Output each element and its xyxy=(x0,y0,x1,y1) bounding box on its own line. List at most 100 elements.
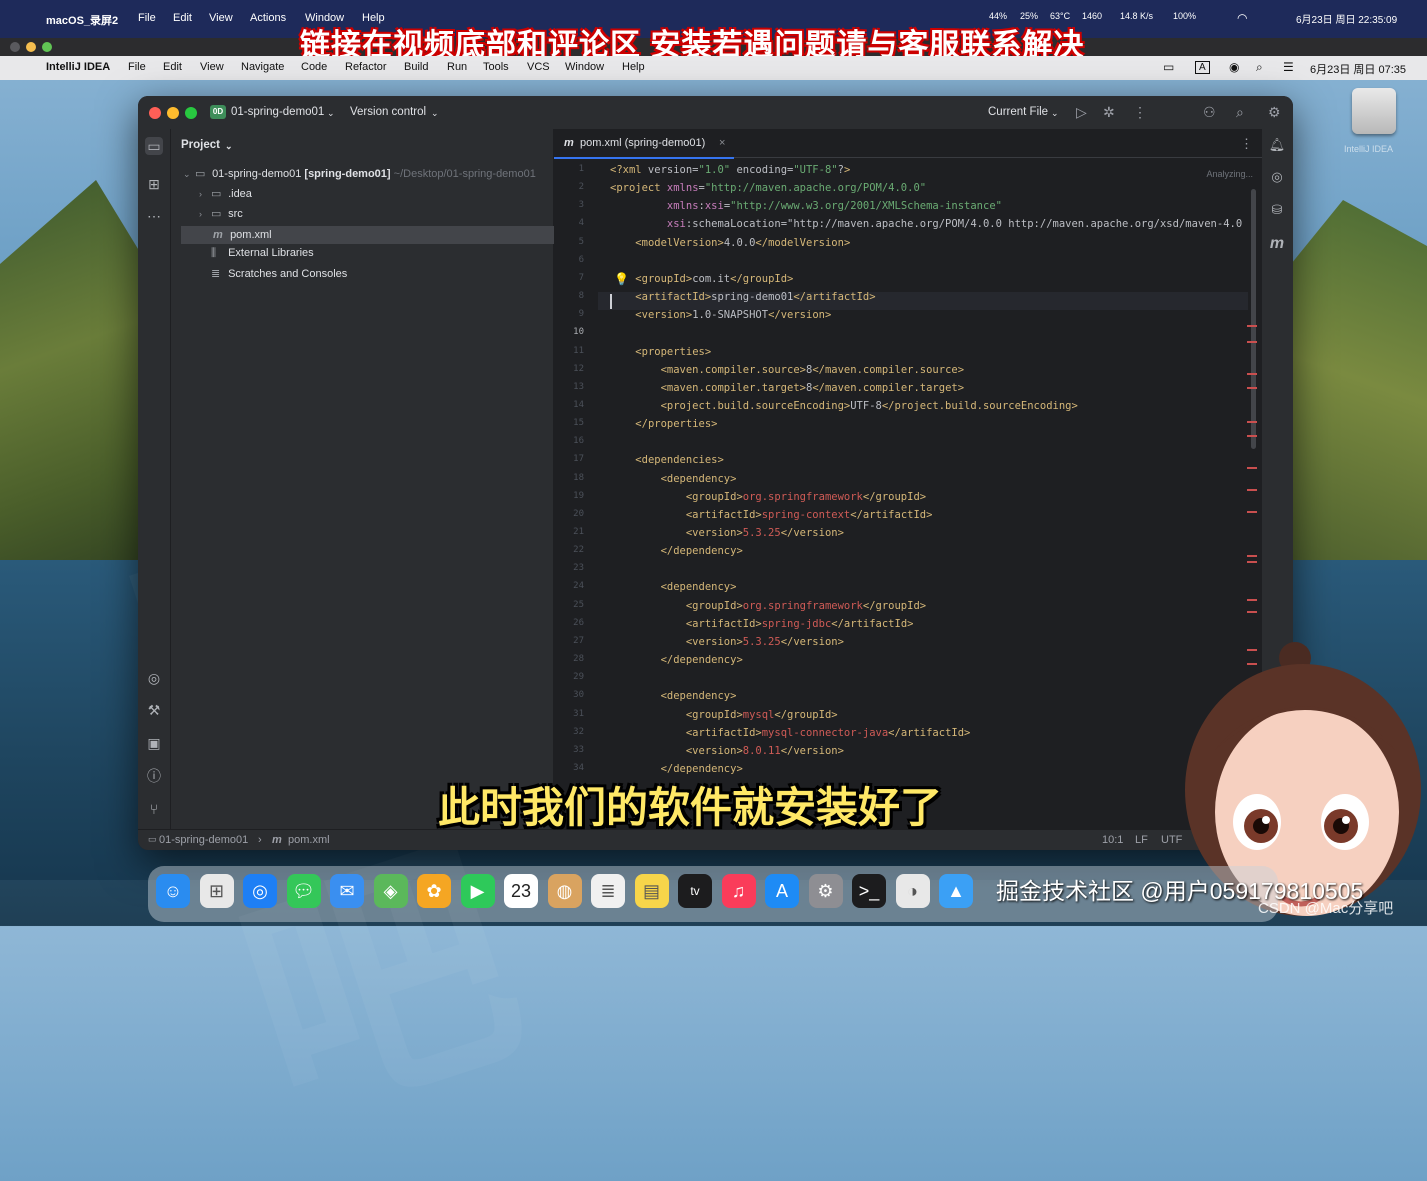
line-separator[interactable]: LF xyxy=(1135,834,1148,846)
code-line[interactable]: <dependency> xyxy=(610,473,737,485)
error-stripe-mark[interactable] xyxy=(1247,325,1257,327)
code-line[interactable]: <dependencies> xyxy=(610,454,724,466)
close-icon[interactable] xyxy=(149,107,161,119)
code-line[interactable]: xmlns:xsi="http://www.w3.org/2001/XMLSch… xyxy=(610,200,1002,212)
chevron-right-icon[interactable]: › xyxy=(199,189,211,199)
code-line[interactable]: </dependency> xyxy=(610,545,743,557)
photos-icon[interactable]: ✿ xyxy=(417,874,451,908)
error-stripe-mark[interactable] xyxy=(1247,489,1257,491)
code-line[interactable]: <version>1.0-SNAPSHOT</version> xyxy=(610,309,831,321)
recorder-menu-actions[interactable]: Actions xyxy=(250,12,286,24)
notes-icon[interactable]: ▤ xyxy=(634,874,669,908)
error-stripe-mark[interactable] xyxy=(1247,555,1257,557)
recorder-menu-edit[interactable]: Edit xyxy=(173,12,192,24)
finder-icon[interactable]: ☺ xyxy=(156,874,190,908)
menu-navigate[interactable]: Navigate xyxy=(241,61,284,73)
notifications-icon[interactable]: 🔔︎ xyxy=(1268,137,1286,153)
menu-vcs[interactable]: VCS xyxy=(527,61,550,73)
gear-icon[interactable]: ⚙ xyxy=(1268,104,1281,121)
tv-icon[interactable]: tv xyxy=(678,874,712,908)
menu-run[interactable]: Run xyxy=(447,61,467,73)
more-icon[interactable]: ⋮ xyxy=(1240,136,1253,152)
menu-refactor[interactable]: Refactor xyxy=(345,61,387,73)
code-line[interactable]: <artifactId>spring-demo01</artifactId> xyxy=(610,291,875,303)
screen-mirror-icon[interactable]: ▭ xyxy=(1163,60,1174,74)
error-stripe-mark[interactable] xyxy=(1247,467,1257,469)
code-line[interactable]: </dependency> xyxy=(610,654,743,666)
recorder-menu-view[interactable]: View xyxy=(209,12,233,24)
code-editor[interactable]: m pom.xml (spring-demo01) × ⋮ Analyzing.… xyxy=(554,129,1293,829)
maximize-icon[interactable] xyxy=(42,42,52,52)
tree-item-libraries[interactable]: ⫼ External Libraries xyxy=(171,247,579,265)
code-line[interactable]: <project xmlns="http://maven.apache.org/… xyxy=(610,182,926,194)
project-panel-title[interactable]: Project xyxy=(181,139,220,151)
tree-item-idea[interactable]: › ▭ .idea xyxy=(171,187,579,205)
breadcrumb-file[interactable]: pom.xml xyxy=(288,834,330,846)
folder-icon[interactable]: ▭ xyxy=(145,137,163,155)
tree-item-pom[interactable]: m pom.xml xyxy=(181,226,573,244)
tree-item-src[interactable]: › ▭ src xyxy=(171,207,579,225)
code-line[interactable]: <version>5.3.25</version> xyxy=(610,527,844,539)
more-icon[interactable]: ⋯ xyxy=(145,207,163,225)
problems-icon[interactable]: ⓘ xyxy=(145,767,163,785)
error-stripe-mark[interactable] xyxy=(1247,561,1257,563)
menu-tools[interactable]: Tools xyxy=(483,61,509,73)
maps-icon[interactable]: ◈ xyxy=(373,874,408,908)
error-stripe-mark[interactable] xyxy=(1247,435,1257,437)
code-line[interactable]: <version>8.0.11</version> xyxy=(610,745,844,757)
tree-item-root[interactable]: ⌄ ▭ 01-spring-demo01 [spring-demo01] ~/De… xyxy=(171,167,563,185)
code-line[interactable]: <dependency> xyxy=(610,690,737,702)
file-encoding[interactable]: UTF xyxy=(1161,834,1182,846)
chevron-down-icon[interactable]: ⌄ xyxy=(183,169,195,180)
menu-help[interactable]: Help xyxy=(622,61,645,73)
minimize-icon[interactable] xyxy=(167,107,179,119)
altimeter-icon[interactable]: ▲ xyxy=(939,874,973,908)
menu-code[interactable]: Code xyxy=(301,61,327,73)
preview-icon[interactable]: ◑ xyxy=(895,874,930,908)
menu-file[interactable]: File xyxy=(128,61,146,73)
code-line[interactable]: <modelVersion>4.0.0</modelVersion> xyxy=(610,237,850,249)
vcs-selector[interactable]: Version control xyxy=(350,106,426,118)
caret-position[interactable]: 10:1 xyxy=(1102,834,1123,846)
code-line[interactable]: <maven.compiler.target>8</maven.compiler… xyxy=(610,382,964,394)
code-line[interactable]: <dependency> xyxy=(610,581,737,593)
run-services-icon[interactable]: ◎ xyxy=(145,669,163,687)
structure-icon[interactable]: ⊞ xyxy=(145,175,163,193)
user-icon[interactable]: ◉ xyxy=(1229,60,1239,74)
error-stripe-mark[interactable] xyxy=(1247,387,1257,389)
git-icon[interactable]: ⑂ xyxy=(145,800,163,818)
error-stripe-mark[interactable] xyxy=(1247,341,1257,343)
tab-pom-xml[interactable]: m pom.xml (spring-demo01) × xyxy=(554,129,734,159)
chevron-right-icon[interactable]: › xyxy=(199,209,211,219)
code-line[interactable]: <groupId>org.springframework</groupId> xyxy=(610,491,926,503)
menu-edit[interactable]: Edit xyxy=(163,61,182,73)
error-stripe-mark[interactable] xyxy=(1247,373,1257,375)
minimize-icon[interactable] xyxy=(26,42,36,52)
code-line[interactable]: <groupId>mysql</groupId> xyxy=(610,709,838,721)
menu-window[interactable]: Window xyxy=(565,61,604,73)
chevron-down-icon[interactable]: ⌄ xyxy=(431,108,439,119)
code-line[interactable]: <artifactId>spring-jdbc</artifactId> xyxy=(610,618,914,630)
debug-icon[interactable]: ✲ xyxy=(1103,104,1115,121)
error-stripe-mark[interactable] xyxy=(1247,611,1257,613)
code-line[interactable]: xsi:schemaLocation="http://maven.apache.… xyxy=(610,218,1242,230)
drive-icon[interactable] xyxy=(1352,88,1396,134)
recorder-menu-file[interactable]: File xyxy=(138,12,156,24)
chevron-down-icon[interactable]: ⌄ xyxy=(225,141,233,152)
code-line[interactable]: <maven.compiler.source>8</maven.compiler… xyxy=(610,364,964,376)
error-stripe-mark[interactable] xyxy=(1247,421,1257,423)
database-icon[interactable]: ⛁ xyxy=(1268,202,1286,218)
code-line[interactable]: <project.build.sourceEncoding>UTF-8</pro… xyxy=(610,400,1078,412)
messages-icon[interactable]: 💬︎ xyxy=(286,874,321,908)
menu-view[interactable]: View xyxy=(200,61,224,73)
run-icon[interactable]: ▷ xyxy=(1076,104,1087,121)
control-center-icon[interactable]: ☰ xyxy=(1283,60,1294,74)
close-icon[interactable] xyxy=(10,42,20,52)
breadcrumb-project[interactable]: 01-spring-demo01 xyxy=(159,834,248,846)
settings-icon[interactable]: ⚙ xyxy=(808,874,843,908)
add-user-icon[interactable]: ⚇ xyxy=(1203,104,1216,121)
more-icon[interactable]: ⋮ xyxy=(1133,104,1147,121)
error-stripe-mark[interactable] xyxy=(1247,511,1257,513)
code-line[interactable]: <version>5.3.25</version> xyxy=(610,636,844,648)
search-icon[interactable]: ⌕ xyxy=(1256,60,1263,75)
